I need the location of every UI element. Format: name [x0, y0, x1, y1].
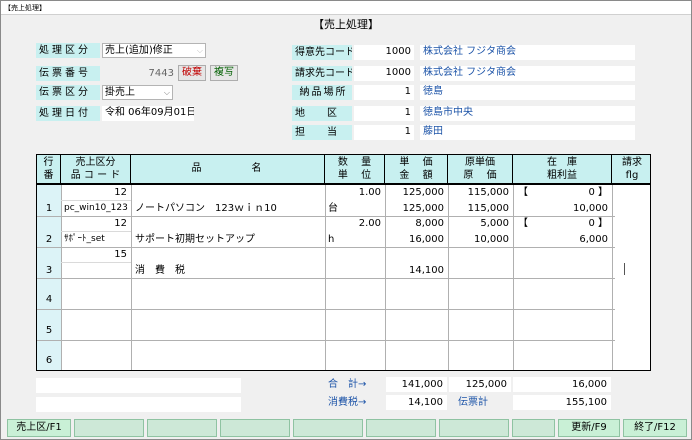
row-no: 2 [45, 234, 53, 245]
tax-label: 消費税→ [328, 397, 367, 408]
process-type-label: 処理区分 [36, 43, 100, 58]
row-unit-cost[interactable]: 115,000 [450, 186, 509, 199]
detail-grid: 行番 売上区分品 コ ー ド 品名 数 量単 位 単 価金 額 原単価原 価 在… [36, 154, 651, 371]
row-name[interactable]: サポート初期セットアップ [135, 233, 323, 246]
row-price[interactable]: 125,000 [387, 186, 444, 199]
row-no: 4 [45, 294, 53, 305]
row-gross-profit: 6,000 [579, 234, 608, 245]
row-name[interactable]: ノートパソコン 123ｗｉｎ10 [135, 202, 323, 215]
process-date-field[interactable]: 令和 06年09月01日 [102, 106, 194, 121]
f1-button[interactable]: 売上区/F1 [7, 419, 71, 437]
screen-title: 【売上処理】 [313, 18, 379, 31]
slip-type-label: 伝票区分 [36, 85, 100, 100]
row-qty[interactable]: 1.00 [327, 186, 381, 199]
row-kubun[interactable]: 12 [63, 186, 127, 199]
row-price[interactable]: 8,000 [387, 217, 444, 230]
sum-cost: 125,000 [449, 377, 511, 392]
slip-total-label: 伝票計 [458, 397, 488, 408]
slip-total: 155,100 [513, 395, 611, 410]
area-code-field[interactable]: 1 [354, 106, 414, 121]
billing-name-field: 株式会社 フジタ商会 [420, 66, 635, 81]
sales-window: 【売上処理】 【売上処理】 処理区分 売上(追加)修正 ⌵ 伝票番号 7443 … [0, 0, 692, 440]
row-kubun[interactable]: 15 [63, 248, 127, 261]
f4-button[interactable] [220, 419, 290, 437]
chevron-down-icon: ⌵ [163, 88, 170, 97]
grid-scrollbar[interactable] [615, 184, 651, 371]
slip-no-label: 伝票番号 [36, 66, 100, 81]
col-code: 売上区分品 コ ー ド [61, 155, 131, 183]
function-key-bar: 売上区/F1 更新/F9 終了/F12 [3, 419, 689, 437]
f6-button[interactable] [366, 419, 436, 437]
col-name: 品名 [131, 155, 325, 183]
row-stock: 0 】 [588, 187, 608, 198]
col-line: 行番 [37, 155, 61, 183]
process-type-select[interactable]: 売上(追加)修正 ⌵ [102, 43, 206, 58]
sum-profit: 16,000 [513, 377, 611, 392]
row-code[interactable]: ｻﾎﾟｰﾄ_set [64, 233, 130, 246]
row-no: 6 [45, 355, 53, 366]
f7-button[interactable] [439, 419, 509, 437]
row-no: 1 [45, 203, 53, 214]
memo-field-2[interactable] [36, 397, 241, 412]
customer-code-field[interactable]: 1000 [354, 45, 414, 60]
col-price: 単 価金 額 [385, 155, 448, 183]
row-qty[interactable]: 2.00 [327, 217, 381, 230]
row-unit-cost[interactable]: 5,000 [450, 217, 509, 230]
tax-amount: 14,100 [386, 395, 447, 410]
f5-button[interactable] [293, 419, 363, 437]
slip-type-select[interactable]: 掛売上 ⌵ [102, 85, 173, 100]
scroll-thumb[interactable] [624, 263, 625, 275]
row-amount: 125,000 [402, 203, 444, 214]
sum-label: 合 計→ [328, 379, 367, 390]
col-qty: 数 量単 位 [325, 155, 385, 183]
update-button[interactable]: 更新/F9 [558, 419, 620, 437]
customer-label: 得意先コード [292, 45, 352, 60]
row-name[interactable]: 消 費 税 [135, 264, 323, 277]
grid-header: 行番 売上区分品 コ ー ド 品名 数 量単 位 単 価金 額 原単価原 価 在… [37, 155, 650, 185]
row-code[interactable]: pc_win10_123 [64, 202, 130, 215]
process-date-label: 処理日付 [36, 106, 100, 121]
memo-field-1[interactable] [36, 378, 241, 393]
delivery-label: 納品場所 [292, 85, 352, 100]
f8-button[interactable] [512, 419, 555, 437]
delivery-name-field: 徳島 [420, 85, 635, 100]
staff-code-field[interactable]: 1 [354, 125, 414, 140]
f2-button[interactable] [74, 419, 144, 437]
chevron-down-icon: ⌵ [196, 46, 203, 55]
col-cost: 原単価原 価 [448, 155, 513, 183]
row-unit[interactable]: h [328, 233, 382, 246]
window-title: 【売上処理】 [1, 1, 691, 15]
exit-button[interactable]: 終了/F12 [623, 419, 687, 437]
row-no: 5 [45, 325, 53, 336]
billing-code-field[interactable]: 1000 [354, 66, 414, 81]
row-gross-profit: 10,000 [573, 203, 608, 214]
delivery-code-field[interactable]: 1 [354, 85, 414, 100]
row-stock: 0 】 [588, 218, 608, 229]
row-no: 3 [45, 265, 53, 276]
slip-type-value: 掛売上 [105, 87, 135, 98]
row-kubun[interactable]: 12 [63, 217, 127, 230]
slip-no-value: 7443 [148, 68, 174, 79]
row-unit[interactable]: 台 [328, 202, 382, 215]
area-name-field: 徳島市中央 [420, 106, 635, 121]
area-label: 地区 [292, 106, 352, 121]
f3-button[interactable] [147, 419, 217, 437]
row-amount: 16,000 [409, 234, 444, 245]
col-flag: 請求 flg [622, 157, 642, 181]
staff-label: 担当 [292, 125, 352, 140]
sum-amount: 141,000 [386, 377, 447, 392]
row-amount: 14,100 [409, 265, 444, 276]
billing-label: 請求先コード [292, 66, 352, 81]
discard-button[interactable]: 破棄 [178, 65, 206, 81]
col-stock: 在 庫粗利益 [513, 155, 612, 183]
row-stock-open: 【 [518, 187, 528, 198]
copy-button[interactable]: 複写 [210, 65, 238, 81]
row-cost: 115,000 [467, 203, 509, 214]
staff-name-field: 藤田 [420, 125, 635, 140]
row-stock-open: 【 [518, 218, 528, 229]
customer-name-field: 株式会社 フジタ商会 [420, 45, 635, 60]
row-cost: 10,000 [474, 234, 509, 245]
process-type-value: 売上(追加)修正 [105, 45, 173, 56]
